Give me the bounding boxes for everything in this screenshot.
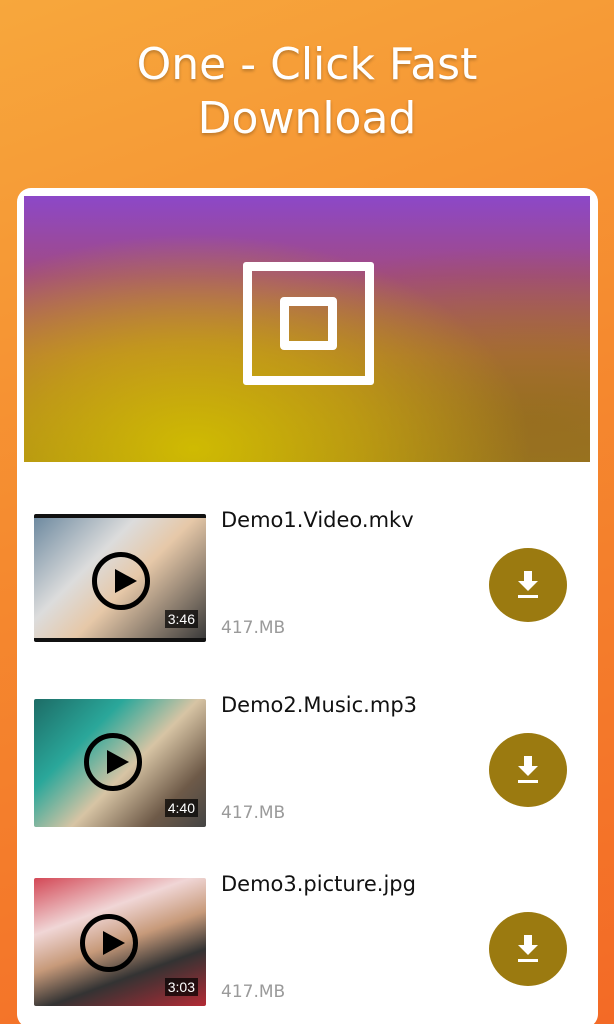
play-icon[interactable] xyxy=(84,733,142,791)
play-icon[interactable] xyxy=(92,552,150,610)
app-banner xyxy=(24,196,590,462)
download-icon xyxy=(518,756,538,783)
video-thumbnail[interactable]: 3:46 xyxy=(34,514,206,642)
play-icon[interactable] xyxy=(80,914,138,972)
download-button[interactable] xyxy=(489,912,567,986)
file-size: 417.MB xyxy=(221,982,286,1002)
app-logo-inner-square xyxy=(280,297,337,350)
video-thumbnail[interactable]: 3:03 xyxy=(34,878,206,1006)
video-thumbnail[interactable]: 4:40 xyxy=(34,699,206,827)
headline: One - Click Fast Download xyxy=(0,38,614,146)
file-name: Demo1.Video.mkv xyxy=(221,508,414,532)
list-item[interactable]: 3:03 Demo3.picture.jpg 417.MB xyxy=(17,872,598,1008)
duration-badge: 3:03 xyxy=(164,978,198,996)
download-button[interactable] xyxy=(489,733,567,807)
download-icon xyxy=(518,935,538,962)
headline-line-1: One - Click Fast xyxy=(136,39,478,90)
file-size: 417.MB xyxy=(221,803,286,823)
list-item[interactable]: 4:40 Demo2.Music.mp3 417.MB xyxy=(17,693,598,829)
duration-badge: 3:46 xyxy=(164,610,198,628)
app-preview-card: 3:46 Demo1.Video.mkv 417.MB 4:40 Demo2.M… xyxy=(17,188,598,1024)
duration-badge: 4:40 xyxy=(164,799,198,817)
download-button[interactable] xyxy=(489,548,567,622)
download-icon xyxy=(518,571,538,598)
app-logo-icon xyxy=(243,262,374,385)
file-name: Demo3.picture.jpg xyxy=(221,872,416,896)
list-item[interactable]: 3:46 Demo1.Video.mkv 417.MB xyxy=(17,508,598,644)
headline-line-2: Download xyxy=(197,93,417,144)
file-size: 417.MB xyxy=(221,618,286,638)
file-name: Demo2.Music.mp3 xyxy=(221,693,418,717)
